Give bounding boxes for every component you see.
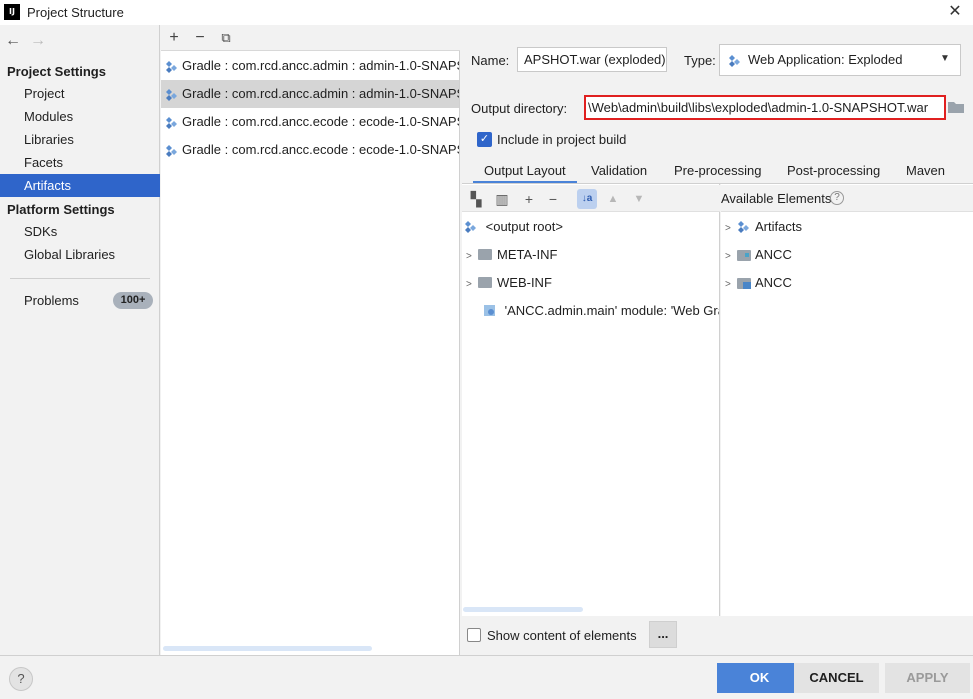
tab-validation[interactable]: Validation xyxy=(580,158,658,184)
show-content-label: Show content of elements xyxy=(487,628,637,643)
new-directory-icon[interactable]: ▚ xyxy=(467,191,485,208)
sidebar-item-global-libraries[interactable]: Global Libraries xyxy=(0,243,160,266)
help-button[interactable]: ? xyxy=(9,667,33,691)
artifact-label: Gradle : com.rcd.ancc.ecode : ecode-1.0-… xyxy=(182,142,459,157)
apply-button[interactable]: APPLY xyxy=(885,663,970,693)
name-label: Name: xyxy=(471,53,510,68)
artifacts-icon xyxy=(738,221,749,233)
forward-arrow-icon[interactable]: → xyxy=(30,32,46,50)
name-field[interactable]: APSHOT.war (exploded) xyxy=(517,47,667,72)
type-select-value: Web Application: Exploded xyxy=(748,52,903,67)
intellij-app-icon: IJ xyxy=(4,4,20,20)
web-module-icon xyxy=(484,305,495,316)
sidebar-item-facets[interactable]: Facets xyxy=(0,151,160,174)
tree-item-label: WEB-INF xyxy=(497,275,552,290)
tab-output-layout[interactable]: Output Layout xyxy=(473,158,577,184)
title-bar xyxy=(0,0,973,25)
add-icon[interactable]: + xyxy=(165,29,183,47)
back-arrow-icon[interactable]: ← xyxy=(5,32,21,50)
module-icon xyxy=(737,277,751,289)
chevron-right-icon[interactable]: > xyxy=(466,271,478,297)
folder-browse-icon[interactable] xyxy=(947,99,965,115)
include-in-build-checkbox[interactable]: ✓ xyxy=(477,132,492,147)
artifact-row-selected[interactable]: Gradle : com.rcd.ancc.admin : admin-1.0-… xyxy=(161,80,459,108)
remove-icon[interactable]: − xyxy=(191,29,209,47)
tree-item-label: 'ANCC.admin.main' module: 'Web Gra xyxy=(504,303,719,318)
cancel-button[interactable]: CANCEL xyxy=(794,663,879,693)
artifact-label: Gradle : com.rcd.ancc.ecode : ecode-1.0-… xyxy=(182,114,459,129)
chevron-right-icon[interactable]: > xyxy=(725,271,737,297)
tree-item-label: <output root> xyxy=(485,219,563,234)
artifact-label: Gradle : com.rcd.ancc.admin : admin-1.0-… xyxy=(182,86,459,101)
tree-item-meta-inf[interactable]: > META-INF xyxy=(466,241,719,269)
create-archive-icon[interactable]: ▥ xyxy=(493,191,511,208)
web-artifact-icon xyxy=(166,61,177,73)
artifact-row[interactable]: Gradle : com.rcd.ancc.ecode : ecode-1.0-… xyxy=(161,136,459,164)
tree-item-label: ANCC xyxy=(755,247,792,262)
add-copy-icon[interactable]: + xyxy=(520,191,538,207)
ok-button[interactable]: OK xyxy=(717,663,802,693)
show-content-checkbox[interactable] xyxy=(467,628,481,642)
tree-item-label: Artifacts xyxy=(755,219,802,234)
tab-pre-processing[interactable]: Pre-processing xyxy=(663,158,772,184)
available-elements-heading: Available Elements xyxy=(721,191,832,206)
project-settings-heading: Project Settings xyxy=(7,64,106,79)
chevron-right-icon[interactable]: > xyxy=(725,243,737,269)
available-item-artifacts[interactable]: > Artifacts xyxy=(725,213,970,241)
output-directory-field[interactable]: \Web\admin\build\libs\exploded\admin-1.0… xyxy=(584,95,946,120)
sidebar-item-sdks[interactable]: SDKs xyxy=(0,220,160,243)
remove-element-icon[interactable]: − xyxy=(544,191,562,207)
type-label: Type: xyxy=(684,53,716,68)
copy-icon[interactable]: ⧉ xyxy=(217,30,235,46)
tab-post-processing[interactable]: Post-processing xyxy=(776,158,891,184)
close-icon[interactable]: ✕ xyxy=(945,3,965,23)
window-title: Project Structure xyxy=(27,5,124,20)
tree-output-root[interactable]: <output root> xyxy=(464,213,719,241)
output-layout-scrollbar[interactable] xyxy=(463,607,583,612)
platform-settings-heading: Platform Settings xyxy=(7,202,115,217)
artifact-list-scrollbar[interactable] xyxy=(163,646,372,651)
problems-count-badge: 100+ xyxy=(113,292,153,309)
chevron-right-icon[interactable]: > xyxy=(466,243,478,269)
move-down-icon[interactable]: ▼ xyxy=(630,193,648,205)
output-root-icon xyxy=(465,221,476,233)
artifact-label: Gradle : com.rcd.ancc.admin : admin-1.0-… xyxy=(182,58,459,73)
sidebar-item-artifacts[interactable]: Artifacts xyxy=(0,174,160,197)
web-artifact-icon xyxy=(166,117,177,129)
module-group-icon xyxy=(737,249,751,261)
chevron-right-icon[interactable]: > xyxy=(725,215,737,241)
folder-icon xyxy=(478,277,492,288)
available-item-ancc[interactable]: > ANCC xyxy=(725,241,970,269)
folder-icon xyxy=(478,249,492,260)
chevron-down-icon[interactable]: ▼ xyxy=(940,53,950,64)
more-options-button[interactable]: ... xyxy=(649,621,677,648)
move-up-icon[interactable]: ▲ xyxy=(604,193,622,205)
sidebar-item-libraries[interactable]: Libraries xyxy=(0,128,160,151)
tree-item-module-output[interactable]: 'ANCC.admin.main' module: 'Web Gra xyxy=(483,297,719,325)
sidebar-item-modules[interactable]: Modules xyxy=(0,105,160,128)
artifact-row[interactable]: Gradle : com.rcd.ancc.admin : admin-1.0-… xyxy=(161,52,459,80)
web-artifact-icon xyxy=(729,55,740,67)
artifact-row[interactable]: Gradle : com.rcd.ancc.ecode : ecode-1.0-… xyxy=(161,108,459,136)
output-directory-label: Output directory: xyxy=(471,101,568,116)
help-question-icon[interactable]: ? xyxy=(830,191,844,205)
web-artifact-icon xyxy=(166,145,177,157)
sidebar-divider xyxy=(10,278,150,279)
tree-item-web-inf[interactable]: > WEB-INF xyxy=(466,269,719,297)
sort-elements-icon[interactable]: ↓a xyxy=(577,189,597,209)
include-in-build-label: Include in project build xyxy=(497,132,627,147)
available-item-ancc[interactable]: > ANCC xyxy=(725,269,970,297)
type-select[interactable]: Web Application: Exploded xyxy=(719,44,961,76)
sidebar-item-project[interactable]: Project xyxy=(0,82,160,105)
output-directory-value: \Web\admin\build\libs\exploded\admin-1.0… xyxy=(588,100,929,115)
tree-item-label: META-INF xyxy=(497,247,558,262)
tree-item-label: ANCC xyxy=(755,275,792,290)
tab-maven[interactable]: Maven xyxy=(895,158,956,184)
web-artifact-icon xyxy=(166,89,177,101)
bottom-divider xyxy=(0,655,973,656)
